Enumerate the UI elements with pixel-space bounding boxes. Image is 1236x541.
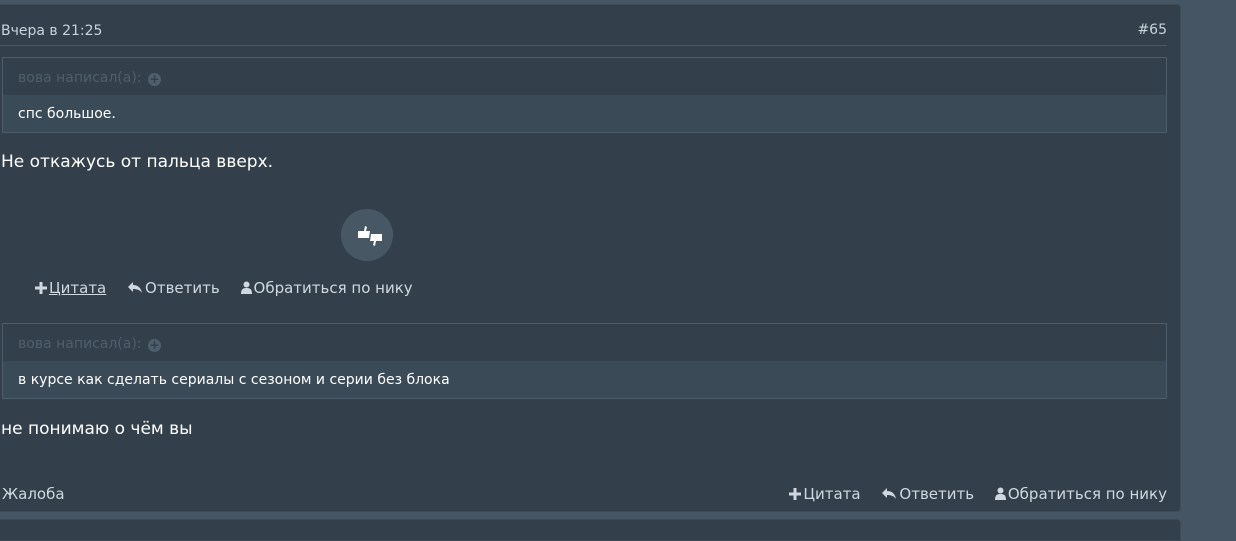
mention-button[interactable]: Обратиться по нику (240, 279, 413, 297)
post-number-link[interactable]: #65 (1137, 22, 1167, 38)
post-message: Не откажусь от пальца вверх. (1, 152, 274, 172)
reply-label-footer: Ответить (899, 485, 975, 503)
expand-circle-icon[interactable]: + (147, 339, 161, 352)
quote-button[interactable]: Цитата (35, 279, 106, 297)
complaint-link[interactable]: Жалоба (2, 485, 65, 503)
plus-icon (789, 488, 802, 500)
quote-block: вова написал(а): + спс большое. (2, 57, 1167, 133)
reply-arrow-icon (882, 488, 897, 499)
post-actions: Цитата Ответить Обратиться по нику (35, 279, 413, 297)
reply-button[interactable]: Ответить (127, 279, 220, 297)
post-date: Вчера в 21:25 (1, 23, 103, 39)
reply-label: Ответить (145, 279, 220, 297)
quote-label: Цитата (49, 279, 107, 297)
reply-arrow-icon (128, 282, 143, 293)
quote-text: спс большое. (3, 95, 1166, 132)
quote-header[interactable]: вова написал(а): + (3, 58, 1166, 95)
quote-button-footer[interactable]: Цитата (789, 485, 861, 503)
quote-author-2: вова написал(а): (18, 336, 142, 352)
post-message-2: не понимаю о чём вы (1, 419, 193, 439)
quote-text-2: в курсе как сделать сериалы с сезоном и … (3, 361, 1166, 398)
quote-header-2[interactable]: вова написал(а): + (3, 324, 1166, 361)
quote-author: вова написал(а): (18, 70, 142, 86)
post-footer-actions: Цитата Ответить Обратиться по нику (789, 485, 1167, 503)
thumbs-up-down-icon (358, 226, 382, 246)
mention-button-footer[interactable]: Обратиться по нику (994, 485, 1167, 503)
forum-post: Вчера в 21:25 #65 вова написал(а): + спс… (0, 4, 1181, 512)
plus-icon (35, 282, 47, 294)
quote-label-footer: Цитата (803, 485, 861, 503)
next-post (0, 519, 1181, 541)
mention-label: Обратиться по нику (253, 279, 413, 297)
header-divider (0, 45, 1167, 46)
user-icon (994, 487, 1006, 500)
mention-label-footer: Обратиться по нику (1007, 485, 1167, 503)
expand-circle-icon[interactable]: + (147, 73, 161, 86)
quote-block-2: вова написал(а): + в курсе как сделать с… (2, 323, 1167, 399)
rating-button[interactable] (341, 209, 393, 261)
reply-button-footer[interactable]: Ответить (881, 485, 974, 503)
user-icon (240, 281, 252, 294)
